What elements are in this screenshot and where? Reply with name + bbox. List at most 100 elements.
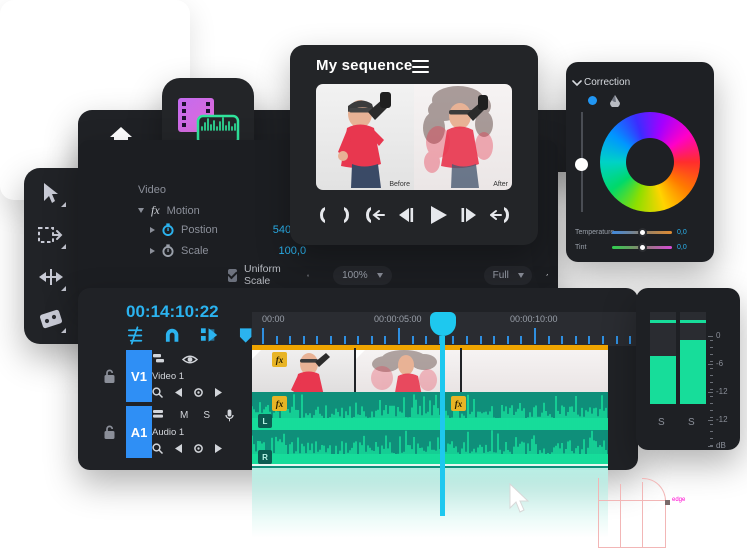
temperature-slider-knob[interactable] <box>638 227 647 237</box>
property-row-scale[interactable]: Scale 100,0 <box>150 244 306 257</box>
meter-minor-tick <box>710 424 713 425</box>
uniform-scale-label: Uniform Scale <box>244 263 281 287</box>
wrench-icon[interactable] <box>545 266 548 284</box>
track-number-a1[interactable]: A1 <box>126 406 152 458</box>
reset-icon[interactable] <box>306 268 309 283</box>
timecode-display[interactable]: 00:14:10:22 <box>126 302 219 322</box>
next-keyframe-icon[interactable] <box>214 388 222 397</box>
sequence-title: My sequence <box>316 57 413 74</box>
ruler-tick <box>588 336 591 344</box>
property-value-scale[interactable]: 100,0 <box>279 245 307 257</box>
clip-fx-badge[interactable]: fx <box>272 352 287 367</box>
meter-scale-label: -6 <box>716 359 724 368</box>
add-keyframe-icon[interactable] <box>194 388 203 397</box>
chevron-down-icon <box>517 272 524 278</box>
snap-icon[interactable] <box>126 325 144 345</box>
uniform-scale-checkbox[interactable] <box>228 268 237 282</box>
chevron-down-icon[interactable] <box>572 79 582 87</box>
step-forward-icon[interactable] <box>459 207 479 223</box>
slip-tool[interactable] <box>32 260 70 294</box>
hamburger-icon[interactable] <box>412 60 429 73</box>
droplet-icon[interactable] <box>608 94 622 107</box>
stopwatch-icon[interactable] <box>162 244 174 257</box>
microphone-icon[interactable] <box>225 409 234 422</box>
quality-dropdown[interactable]: Full <box>483 265 532 285</box>
meter-scale-tick <box>708 446 713 447</box>
track-sync-icon[interactable] <box>152 409 165 422</box>
ruler-tick <box>574 336 577 344</box>
mark-in-icon[interactable] <box>316 206 329 224</box>
prev-keyframe-icon[interactable] <box>175 444 183 453</box>
temperature-value[interactable]: 0,0 <box>677 229 687 236</box>
meter-solo-left[interactable]: S <box>658 417 665 428</box>
ruler-tick <box>493 336 496 344</box>
ruler-tick <box>547 336 550 344</box>
mute-button[interactable]: M <box>180 410 188 421</box>
temperature-slider[interactable] <box>612 227 672 237</box>
tint-slider-knob[interactable] <box>638 242 647 252</box>
track-lock-a1[interactable] <box>96 406 122 458</box>
video-clip-3[interactable] <box>462 348 608 392</box>
meter-solo-right[interactable]: S <box>688 417 695 428</box>
track-lock-v1[interactable] <box>96 350 122 402</box>
meter-minor-tick <box>710 382 713 383</box>
ruler-tick <box>370 336 373 344</box>
track-number-v1[interactable]: V1 <box>126 350 152 402</box>
meter-minor-tick <box>710 445 713 446</box>
linked-selection-icon[interactable] <box>200 327 218 343</box>
track-name-v1[interactable]: Video 1 <box>152 366 252 382</box>
next-keyframe-icon[interactable] <box>214 444 222 453</box>
prev-keyframe-icon[interactable] <box>175 388 183 397</box>
tint-slider[interactable] <box>612 242 672 252</box>
audio-fx-badge-1[interactable]: fx <box>272 396 287 411</box>
magnet-icon[interactable] <box>164 327 180 344</box>
tool-corner-marker <box>60 244 66 249</box>
track-header-v1: Video 1 <box>152 350 252 402</box>
effect-motion-row[interactable]: fx Motion <box>138 203 200 218</box>
go-to-in-icon[interactable] <box>363 206 386 224</box>
mark-out-icon[interactable] <box>340 206 353 224</box>
ruler-label: 00:00:05:00 <box>374 314 422 324</box>
color-dot-icon[interactable] <box>588 96 597 105</box>
chevron-right-icon <box>150 247 155 254</box>
guide-handle[interactable] <box>665 500 670 505</box>
transport-controls <box>316 198 512 232</box>
before-label: Before <box>389 181 410 188</box>
fx-icon: fx <box>151 203 160 217</box>
tint-value[interactable]: 0,0 <box>677 244 687 251</box>
chevron-down-icon <box>138 208 144 213</box>
selection-tool[interactable] <box>32 176 70 210</box>
tool-corner-marker <box>60 202 66 207</box>
stopwatch-active-icon[interactable] <box>162 223 174 236</box>
keyframe-icon[interactable] <box>152 443 164 454</box>
waveform-left <box>251 394 608 430</box>
eye-icon[interactable] <box>182 354 198 365</box>
slide-tool[interactable] <box>32 302 70 336</box>
marker-icon[interactable] <box>239 327 252 344</box>
color-wheel[interactable] <box>600 112 700 212</box>
go-to-out-icon[interactable] <box>489 206 512 224</box>
audio-meter-left <box>650 312 676 404</box>
track-sync-icon[interactable] <box>152 353 165 366</box>
track-name-a1[interactable]: Audio 1 <box>152 422 252 438</box>
meter-minor-tick <box>710 347 713 348</box>
zoom-level-dropdown[interactable]: 100% <box>333 265 392 285</box>
meter-scale-label: 0 <box>716 331 721 340</box>
meter-minor-tick <box>710 340 713 341</box>
video-clip-1[interactable] <box>252 348 354 392</box>
meter-minor-tick <box>710 375 713 376</box>
step-back-icon[interactable] <box>396 207 416 223</box>
playhead[interactable] <box>430 312 456 516</box>
solo-button[interactable]: S <box>203 410 210 421</box>
keyframe-icon[interactable] <box>152 387 164 398</box>
edge-label: edge <box>672 497 686 503</box>
ruler-tick <box>506 336 509 344</box>
tint-label: Tint <box>575 244 587 251</box>
audio-fx-badge-2[interactable]: fx <box>451 396 466 411</box>
play-icon[interactable] <box>427 205 449 225</box>
luminance-slider-knob[interactable] <box>575 158 588 171</box>
audio-clip[interactable]: L R <box>251 392 608 468</box>
preview-comparison[interactable]: Before After <box>316 84 512 190</box>
track-select-tool[interactable] <box>32 218 70 252</box>
add-keyframe-icon[interactable] <box>194 444 203 453</box>
